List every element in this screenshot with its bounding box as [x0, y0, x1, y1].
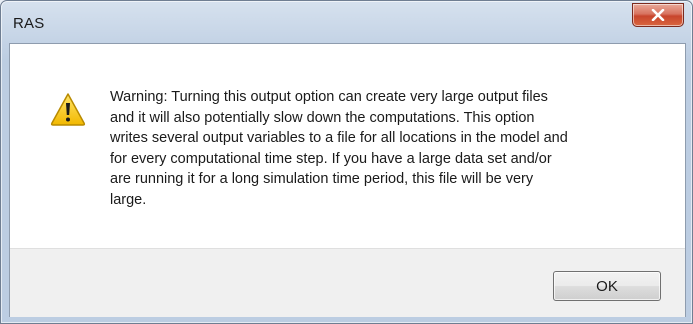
dialog-client-area: Warning: Turning this output option can …: [9, 43, 686, 317]
warning-icon: [50, 93, 86, 126]
ok-button[interactable]: OK: [553, 271, 661, 301]
title-bar[interactable]: RAS: [1, 1, 692, 43]
close-icon: [651, 9, 665, 21]
warning-message: Warning: Turning this output option can …: [110, 89, 568, 208]
button-bar: OK: [10, 248, 685, 317]
close-button[interactable]: [632, 3, 684, 27]
window-title: RAS: [13, 15, 45, 32]
message-area: Warning: Turning this output option can …: [10, 44, 685, 248]
dialog-window: RAS Warning: Turning this output option …: [0, 0, 693, 324]
